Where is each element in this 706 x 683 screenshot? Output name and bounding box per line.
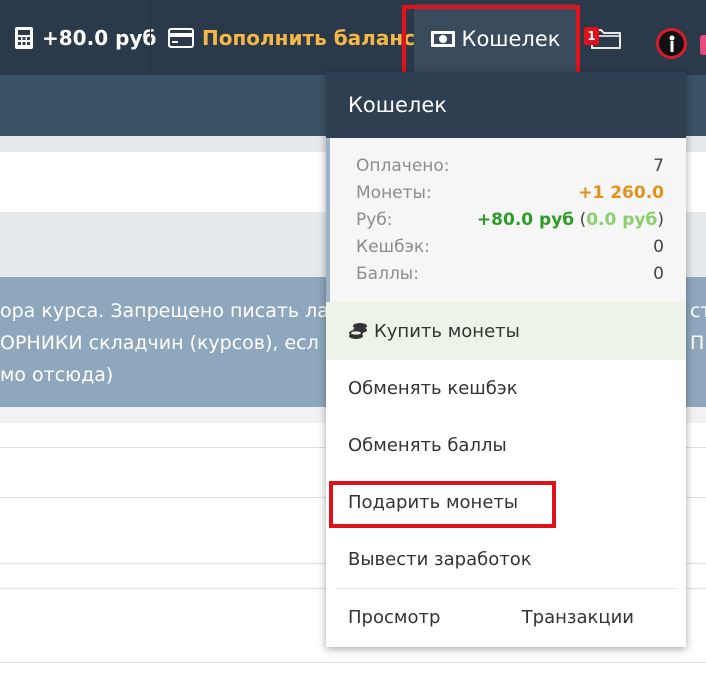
stat-rub-label: Руб: bbox=[356, 209, 393, 230]
figure-icon bbox=[669, 35, 674, 52]
wallet-dropdown-title: Кошелек bbox=[326, 72, 686, 138]
wallet-highlight-box bbox=[402, 5, 580, 78]
stat-cashback-value: 0 bbox=[653, 236, 664, 257]
exchange-points-label: Обменять баллы bbox=[348, 435, 507, 456]
topup-balance-label: Пополнить баланс bbox=[202, 25, 415, 50]
exchange-points-item[interactable]: Обменять баллы bbox=[326, 417, 686, 474]
notice-right-fragment-1: ст bbox=[690, 300, 706, 322]
stat-coins-label: Монеты: bbox=[356, 182, 432, 203]
view-link[interactable]: Просмотр bbox=[348, 607, 440, 628]
user-tag-fragment bbox=[700, 35, 706, 55]
exchange-cashback-label: Обменять кешбэк bbox=[348, 378, 518, 399]
stat-paid-label: Оплачено: bbox=[356, 155, 450, 176]
withdraw-earnings-label: Вывести заработок bbox=[348, 549, 532, 570]
coins-icon bbox=[349, 323, 367, 339]
stat-coins-value: +1 260.0 bbox=[578, 182, 664, 203]
transactions-link[interactable]: Транзакции bbox=[522, 607, 634, 628]
nav-separator bbox=[150, 0, 151, 75]
credit-card-icon bbox=[168, 27, 194, 48]
stat-coins: Монеты: +1 260.0 bbox=[356, 179, 664, 206]
stat-cashback: Кешбэк: 0 bbox=[356, 233, 664, 260]
wallet-footer: Просмотр Транзакции bbox=[326, 589, 686, 646]
buy-coins-label: Купить монеты bbox=[374, 320, 520, 342]
avatar-image bbox=[659, 31, 684, 56]
stat-cashback-label: Кешбэк: bbox=[356, 236, 430, 257]
stat-paid-value: 7 bbox=[653, 155, 664, 176]
stat-points-label: Баллы: bbox=[356, 263, 419, 284]
withdraw-earnings-item[interactable]: Вывести заработок bbox=[326, 531, 686, 588]
buy-coins-item[interactable]: Купить монеты bbox=[326, 302, 686, 360]
wallet-stats: Оплачено: 7 Монеты: +1 260.0 Руб: +80.0 … bbox=[326, 138, 686, 302]
balance-link[interactable]: +80.0 руб bbox=[14, 0, 156, 75]
stat-points-value: 0 bbox=[653, 263, 664, 284]
stat-rub: Руб: +80.0 руб (0.0 руб) bbox=[356, 206, 664, 233]
topup-balance-link[interactable]: Пополнить баланс bbox=[168, 0, 415, 75]
gift-coins-highlight-box bbox=[329, 481, 556, 528]
stat-rub-sub-value: 0.0 руб bbox=[586, 209, 658, 230]
balance-text: +80.0 руб bbox=[42, 25, 157, 50]
stat-rub-value: +80.0 руб bbox=[476, 209, 575, 230]
row-divider bbox=[0, 662, 706, 663]
top-navbar: +80.0 руб Пополнить баланс Кошелек 1 bbox=[0, 0, 706, 75]
notice-right-fragment-2: ПР bbox=[690, 332, 706, 354]
notification-badge: 1 bbox=[584, 27, 599, 45]
exchange-cashback-item[interactable]: Обменять кешбэк bbox=[326, 360, 686, 417]
stat-rub-values: +80.0 руб (0.0 руб) bbox=[477, 210, 664, 230]
calculator-icon bbox=[15, 26, 33, 49]
stat-points: Баллы: 0 bbox=[356, 260, 664, 287]
wallet-dropdown: Кошелек Оплачено: 7 Монеты: +1 260.0 Руб… bbox=[326, 72, 686, 647]
paren-close: ) bbox=[657, 209, 664, 230]
avatar[interactable] bbox=[656, 28, 687, 59]
stat-paid: Оплачено: 7 bbox=[356, 152, 664, 179]
